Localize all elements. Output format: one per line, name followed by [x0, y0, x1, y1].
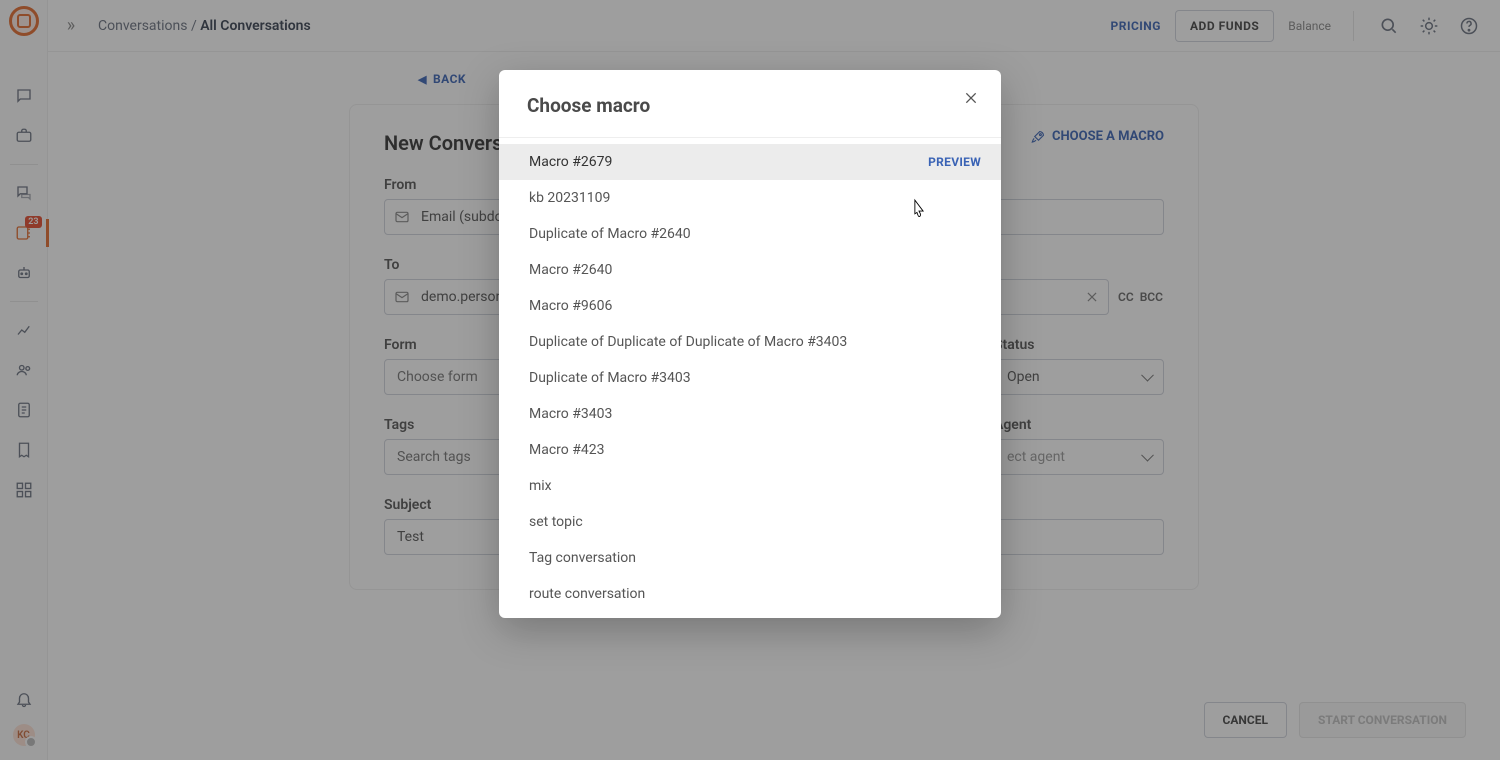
- modal-title: Choose macro: [527, 94, 973, 117]
- macro-item-label: Macro #2640: [529, 262, 612, 278]
- macro-item-label: Macro #2679: [529, 154, 612, 170]
- macro-item-label: Macro #9606: [529, 298, 612, 314]
- macro-item-label: Macro #3403: [529, 406, 612, 422]
- macro-item-label: Duplicate of Macro #3403: [529, 370, 691, 386]
- macro-item[interactable]: Macro #9606: [499, 288, 1001, 324]
- macro-item[interactable]: mix: [499, 468, 1001, 504]
- macro-item-label: Macro #423: [529, 442, 604, 458]
- macro-item[interactable]: Macro #2640: [499, 252, 1001, 288]
- macro-item[interactable]: Duplicate of Duplicate of Duplicate of M…: [499, 324, 1001, 360]
- macro-item-label: Duplicate of Macro #2640: [529, 226, 691, 242]
- macro-item-label: Duplicate of Duplicate of Duplicate of M…: [529, 334, 847, 350]
- macro-item[interactable]: Macro #2679 PREVIEW: [499, 144, 1001, 180]
- macro-item-label: set topic: [529, 514, 583, 530]
- macro-item-label: Tag conversation: [529, 550, 636, 566]
- macro-item-label: route conversation: [529, 586, 645, 602]
- macro-item[interactable]: kb 20231109: [499, 180, 1001, 216]
- macro-item[interactable]: Macro #3403: [499, 396, 1001, 432]
- modal-overlay[interactable]: Choose macro Macro #2679 PREVIEW kb 202311…: [0, 0, 1500, 760]
- choose-macro-modal: Choose macro Macro #2679 PREVIEW kb 202311…: [499, 70, 1001, 618]
- macro-item-label: mix: [529, 478, 552, 494]
- close-icon: [963, 90, 979, 106]
- macro-item[interactable]: set topic: [499, 504, 1001, 540]
- macro-list[interactable]: Macro #2679 PREVIEW kb 20231109 Duplicate o…: [499, 138, 1001, 618]
- macro-item-label: kb 20231109: [529, 190, 610, 206]
- modal-close-button[interactable]: [959, 86, 983, 110]
- macro-item[interactable]: Macro #423: [499, 432, 1001, 468]
- macro-item[interactable]: Duplicate of Macro #3403: [499, 360, 1001, 396]
- macro-preview-button[interactable]: PREVIEW: [928, 155, 981, 169]
- macro-item[interactable]: Duplicate of Macro #2640: [499, 216, 1001, 252]
- macro-item[interactable]: route conversation: [499, 576, 1001, 612]
- macro-item[interactable]: Tag conversation: [499, 540, 1001, 576]
